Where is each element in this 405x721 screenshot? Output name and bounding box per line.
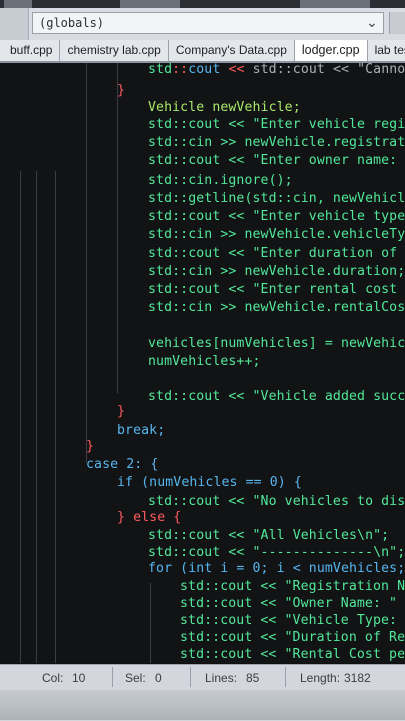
window-top-strip (0, 0, 405, 8)
code-text: case 2: { (86, 457, 159, 472)
code-text: std::cout << "No vehicles to disp (148, 494, 405, 509)
code-text: std::cin >> newVehicle.rentalCos (148, 300, 405, 315)
tab-chemistry-lab[interactable]: chemistry lab.cpp (60, 40, 169, 61)
code-line: std::getline(std::cin, newVehicl (148, 190, 405, 208)
scope-select[interactable]: (globals) (32, 12, 384, 34)
code-text: std::cin >> newVehicle.registrat (148, 135, 405, 150)
lines-label: Lines: (205, 671, 238, 685)
code-line: std::cin >> newVehicle.duration; (148, 263, 405, 281)
code-editor[interactable]: std::cout << std::cout << "Cannot add mo… (0, 63, 405, 663)
code-line: std::cout << "Enter vehicle regi (148, 116, 405, 134)
scope-value: (globals) (39, 16, 105, 30)
code-text: } (86, 439, 95, 454)
code-text: std::cout << "Registration Nu (180, 579, 405, 594)
code-line: std::cout << "Duration of Ren (180, 629, 405, 647)
code-text: vehicles[numVehicles] = newVehic (148, 336, 405, 351)
col-label: Col: (42, 671, 64, 685)
indent-guide (86, 63, 87, 463)
code-text: numVehicles++; (148, 354, 261, 369)
toolbar-scroll-edge (389, 12, 405, 34)
code-text: std::cout << "Enter vehicle type (148, 209, 405, 224)
code-text: std::cin.ignore(); (148, 173, 293, 188)
code-line: case 2: { (86, 456, 158, 474)
code-line: std::cout << "Rental Cost per (180, 646, 405, 663)
code-line: Vehicle newVehicle; (148, 99, 301, 117)
code-line: } (117, 82, 125, 100)
status-divider (112, 667, 113, 687)
tab-companys-data[interactable]: Company's Data.cpp (168, 40, 295, 61)
code-text: std::cout << "Vehicle Type: " (180, 613, 405, 628)
code-text: Vehicle newVehicle; (148, 100, 301, 115)
code-line: numVehicles++; (148, 353, 261, 371)
tab-lab-test[interactable]: lab test (367, 40, 405, 61)
toolbar-fragment (300, 0, 370, 8)
length-label: Length: (300, 671, 341, 685)
code-line: std::cout << "Vehicle added succ (148, 388, 405, 406)
code-line: std::cin >> newVehicle.rentalCos (148, 299, 405, 317)
code-line: } (117, 403, 125, 421)
code-line: } else { (117, 509, 181, 527)
scope-toolbar: (globals) ⌄ (0, 8, 405, 41)
indent-guide (20, 171, 21, 663)
code-line: } (86, 438, 94, 456)
indent-guide (36, 171, 37, 663)
code-text: std::cout << "--------------\n"; (148, 545, 405, 560)
code-line: std::cin >> newVehicle.vehicleTy (148, 226, 405, 244)
code-text: for (int i = 0; i < numVehicles; (148, 561, 405, 576)
code-line: vehicles[numVehicles] = newVehic (148, 335, 405, 353)
code-text: std::getline(std::cin, newVehicl (148, 191, 405, 206)
chevron-down-icon[interactable]: ⌄ (366, 15, 378, 31)
code-text: break; (117, 423, 166, 438)
code-text: std::cout << "Rental Cost per (180, 647, 405, 662)
code-line: std::cout << "Enter owner name: (148, 152, 405, 170)
indent-guide (55, 171, 56, 663)
tab-lodger[interactable]: lodger.cpp (294, 40, 368, 61)
toolbar-handle (0, 8, 29, 40)
code-text: } (117, 404, 126, 419)
status-divider (285, 667, 286, 687)
file-tabs: buff.cpp chemistry lab.cpp Company's Dat… (0, 40, 405, 63)
code-line: std::cout << "All Vehicles\n"; (148, 527, 389, 545)
code-text: std::cout << "Cannot add more ve (252, 63, 405, 77)
code-text: std::cout << "Enter duration of (148, 246, 405, 261)
lines-value: 85 (246, 671, 260, 685)
code-line: std::cout << "Enter rental cost (148, 281, 405, 299)
code-text: std::cout << "Owner Name: " < (180, 596, 405, 611)
toolbar-fragment (4, 0, 32, 8)
indent-guide (117, 63, 118, 393)
code-line: std::cout << "No vehicles to disp (148, 493, 405, 511)
code-line: std::cout << "Vehicle Type: " (180, 612, 405, 630)
code-line: std::cout << "Enter vehicle type (148, 208, 405, 226)
code-line: break; (117, 422, 165, 440)
code-text: std::cin >> newVehicle.duration; (148, 264, 405, 279)
code-line: std::cout << "Enter duration of (148, 245, 405, 263)
indent-guide (150, 583, 151, 663)
status-divider (190, 667, 191, 687)
col-value: 10 (72, 671, 86, 685)
code-text: std::cin >> newVehicle.vehicleTy (148, 227, 405, 242)
length-value: 3182 (344, 671, 371, 685)
code-text: if (numVehicles == 0) { (117, 475, 302, 490)
code-text: std::cout << "Enter rental cost (148, 282, 405, 297)
code-line: std::cin.ignore(); (148, 172, 293, 190)
code-line: std::cout << "Registration Nu (180, 578, 405, 596)
code-text: } else { (117, 510, 182, 525)
tab-buff[interactable]: buff.cpp (0, 40, 61, 61)
monitor-bezel-bottom (0, 690, 405, 720)
toolbar-fragment (120, 0, 180, 8)
code-line: std::cin >> newVehicle.registrat (148, 134, 405, 152)
code-text: } (117, 83, 126, 98)
code-line: std::cout << std::cout << "Cannot add mo… (148, 63, 405, 79)
sel-label: Sel: (125, 671, 146, 685)
sel-value: 0 (155, 671, 162, 685)
code-text: std::cout << "Duration of Ren (180, 630, 405, 645)
code-text: std::cout << "Enter owner name: (148, 153, 405, 168)
code-line: if (numVehicles == 0) { (117, 474, 302, 492)
code-text: std::cout << "Enter vehicle regi (148, 117, 405, 132)
code-line: for (int i = 0; i < numVehicles; (148, 560, 405, 578)
code-line: std::cout << "Owner Name: " < (180, 595, 405, 613)
code-text: std::cout << "All Vehicles\n"; (148, 528, 390, 543)
code-text: std::cout << "Vehicle added succ (148, 389, 405, 404)
